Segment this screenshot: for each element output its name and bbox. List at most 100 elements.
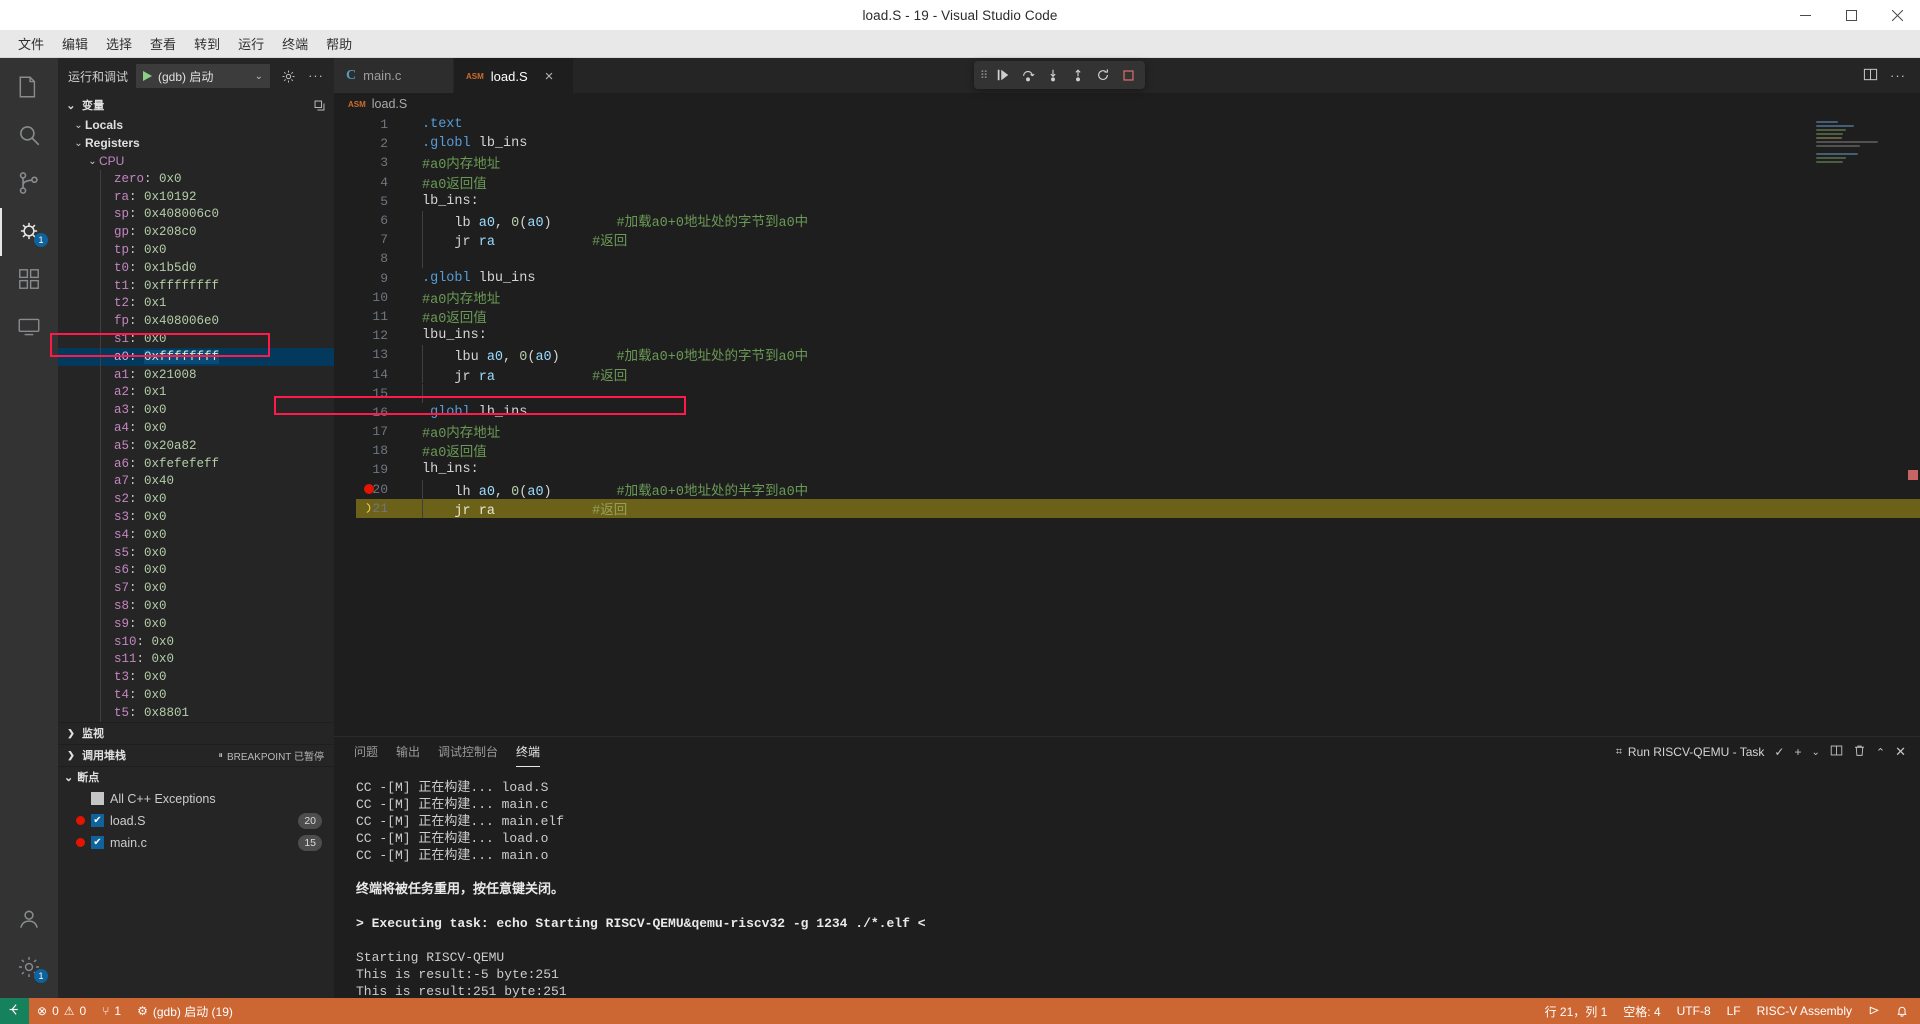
register-row-zero[interactable]: zero: 0x0 [58,170,334,188]
terminal-dropdown-icon[interactable]: ⌄ [1811,747,1819,758]
accounts-button[interactable] [0,896,58,944]
stop-icon[interactable] [1117,64,1139,86]
breakpoints-pane-header[interactable]: ⌄ 断点 [58,766,334,788]
manage-settings-button[interactable]: 1 [0,944,58,992]
register-row-t2[interactable]: t2: 0x1 [58,295,334,313]
register-row-s6[interactable]: s6: 0x0 [58,562,334,580]
tree-item-cpu[interactable]: ⌄ CPU [58,152,334,170]
watch-pane-header[interactable]: ❯ 监视 [58,722,334,744]
status-problems[interactable]: ⊗ 0 ⚠ 0 [29,998,94,1024]
step-over-icon[interactable] [1017,64,1039,86]
kill-terminal-icon[interactable] [1853,744,1866,760]
checkbox[interactable] [91,792,104,805]
code-line-3[interactable]: 3#a0内存地址 [356,153,1920,172]
tree-item-locals[interactable]: ⌄ Locals [58,116,334,134]
register-row-t0[interactable]: t0: 0x1b5d0 [58,259,334,277]
register-row-gp[interactable]: gp: 0x208c0 [58,223,334,241]
restart-icon[interactable] [1092,64,1114,86]
code-line-13[interactable]: 13 lbu a0, 0(a0) #加载a0+0地址处的字节到a0中 [356,345,1920,364]
sidebar-item-remote-explorer[interactable] [0,304,58,352]
menu-item-help[interactable]: 帮助 [318,31,360,56]
tab-debug-console[interactable]: 调试控制台 [438,737,498,767]
menu-item-selection[interactable]: 选择 [98,31,140,56]
code-line-21[interactable]: 21 jr ra #返回 [356,499,1920,518]
register-row-s8[interactable]: s8: 0x0 [58,597,334,615]
code-line-19[interactable]: 19lh_ins: [356,460,1920,479]
code-line-15[interactable]: 15 [356,384,1920,403]
register-row-a6[interactable]: a6: 0xfefefeff [58,455,334,473]
register-row-a4[interactable]: a4: 0x0 [58,419,334,437]
close-icon[interactable] [1874,0,1920,30]
breakpoint-row[interactable]: All C++ Exceptions [58,788,334,810]
register-row-t1[interactable]: t1: 0xffffffff [58,277,334,295]
split-editor-icon[interactable] [1863,67,1878,85]
callstack-pane-header[interactable]: ❯ 调用堆栈 ⏸ BREAKPOINT 已暂停 [58,744,334,766]
collapse-all-icon[interactable] [313,99,334,112]
code-line-2[interactable]: 2.globl lb_ins [356,134,1920,153]
code-content[interactable]: 1.text2.globl lb_ins3#a0内存地址4#a0返回值5lb_i… [356,115,1920,736]
sidebar-item-search[interactable] [0,112,58,160]
breakpoint-row[interactable]: load.S20 [58,810,334,832]
register-row-s10[interactable]: s10: 0x0 [58,633,334,651]
register-row-sp[interactable]: sp: 0x408006c0 [58,206,334,224]
status-ports[interactable]: ⑂ 1 [94,998,129,1024]
bell-icon[interactable] [1888,998,1920,1024]
menu-item-edit[interactable]: 编辑 [54,31,96,56]
status-debug-session[interactable]: ⚙ (gdb) 启动 (19) [129,998,241,1024]
register-row-a2[interactable]: a2: 0x1 [58,384,334,402]
more-actions-icon[interactable]: ··· [1890,68,1906,83]
maximize-panel-icon[interactable]: ⌃ [1876,746,1885,759]
code-line-12[interactable]: 12lbu_ins: [356,326,1920,345]
check-icon[interactable]: ✓ [1774,745,1784,759]
menu-item-view[interactable]: 查看 [142,31,184,56]
register-row-s5[interactable]: s5: 0x0 [58,544,334,562]
close-panel-icon[interactable]: ✕ [1895,744,1906,760]
remote-indicator[interactable] [0,998,29,1024]
continue-icon[interactable] [992,64,1014,86]
menu-item-go[interactable]: 转到 [186,31,228,56]
status-language-mode[interactable]: RISC-V Assembly [1749,998,1860,1024]
code-line-8[interactable]: 8 [356,249,1920,268]
launch-config-select[interactable]: (gdb) 启动 ⌄ [136,64,270,88]
sidebar-item-source-control[interactable] [0,160,58,208]
minimize-icon[interactable] [1782,0,1828,30]
tab-problems[interactable]: 问题 [354,737,378,767]
tab-main-c[interactable]: C main.c [334,58,454,93]
tab-terminal[interactable]: 终端 [516,737,540,767]
code-line-5[interactable]: 5lb_ins: [356,192,1920,211]
register-row-ra[interactable]: ra: 0x10192 [58,188,334,206]
maximize-icon[interactable] [1828,0,1874,30]
grip-icon[interactable]: ⠿ [980,69,989,82]
sidebar-item-explorer[interactable] [0,64,58,112]
minimap[interactable] [1816,121,1906,181]
register-row-s9[interactable]: s9: 0x0 [58,615,334,633]
sidebar-item-extensions[interactable] [0,256,58,304]
status-cursor-position[interactable]: 行 21，列 1 [1537,998,1616,1024]
breadcrumb[interactable]: ASM load.S [334,93,1920,115]
status-eol[interactable]: LF [1719,998,1749,1024]
code-line-16[interactable]: 16.globl lh_ins [356,403,1920,422]
register-row-s2[interactable]: s2: 0x0 [58,490,334,508]
sidebar-item-run-and-debug[interactable]: 1 [0,208,58,256]
code-line-18[interactable]: 18#a0返回值 [356,441,1920,460]
code-line-7[interactable]: 7 jr ra #返回 [356,230,1920,249]
tab-load-s[interactable]: ASM load.S × [454,58,574,93]
debug-more-icon[interactable]: ··· [306,65,326,87]
code-line-4[interactable]: 4#a0返回值 [356,173,1920,192]
register-row-t3[interactable]: t3: 0x0 [58,668,334,686]
menu-item-run[interactable]: 运行 [230,31,272,56]
status-indentation[interactable]: 空格: 4 [1615,998,1668,1024]
tree-item-registers[interactable]: ⌄ Registers [58,134,334,152]
new-terminal-icon[interactable]: + [1794,745,1801,759]
breakpoint-marker-icon[interactable] [362,484,376,494]
step-out-icon[interactable] [1067,64,1089,86]
register-row-s3[interactable]: s3: 0x0 [58,508,334,526]
code-editor[interactable]: 1.text2.globl lb_ins3#a0内存地址4#a0返回值5lb_i… [334,115,1920,736]
status-encoding[interactable]: UTF-8 [1669,998,1719,1024]
split-terminal-icon[interactable] [1830,744,1843,760]
code-line-11[interactable]: 11#a0返回值 [356,307,1920,326]
step-into-icon[interactable] [1042,64,1064,86]
checkbox[interactable] [91,814,104,827]
register-row-s4[interactable]: s4: 0x0 [58,526,334,544]
register-row-a7[interactable]: a7: 0x40 [58,473,334,491]
